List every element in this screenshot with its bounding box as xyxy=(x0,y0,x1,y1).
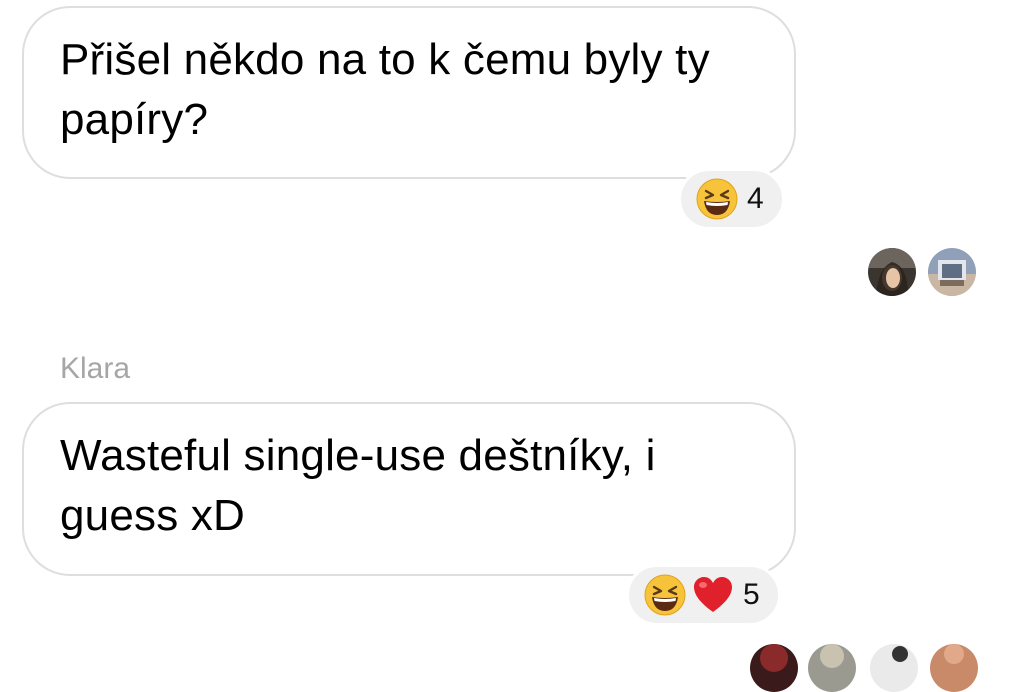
seen-by-avatar[interactable] xyxy=(750,644,798,692)
red-heart-icon xyxy=(691,573,735,617)
message-text: Přišel někdo na to k čemu byly ty papíry… xyxy=(60,35,710,144)
message-bubble[interactable]: Přišel někdo na to k čemu byly ty papíry… xyxy=(22,6,796,179)
grinning-squinting-face-icon xyxy=(695,177,739,221)
reaction-summary[interactable]: 4 xyxy=(678,168,785,230)
seen-by-avatar[interactable] xyxy=(930,644,978,692)
seen-by-avatar[interactable] xyxy=(808,644,856,692)
reaction-count: 5 xyxy=(743,578,760,611)
seen-by-avatar[interactable] xyxy=(868,248,916,296)
seen-by-avatar[interactable] xyxy=(928,248,976,296)
grinning-squinting-face-icon xyxy=(643,573,687,617)
seen-by-avatar[interactable] xyxy=(870,644,918,692)
reaction-summary[interactable]: 5 xyxy=(626,564,781,626)
sender-name: Klara xyxy=(60,352,131,385)
message-text: Wasteful single-use deštníky, i guess xD xyxy=(60,431,656,540)
reaction-count: 4 xyxy=(747,182,764,215)
message-bubble[interactable]: Wasteful single-use deštníky, i guess xD xyxy=(22,402,796,576)
